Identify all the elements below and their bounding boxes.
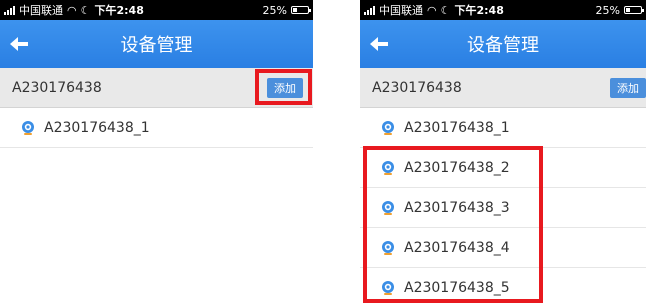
moon-icon: ☾ <box>440 3 451 17</box>
left-phone-screen: 中国联通 ◠ ☾ 下午2:48 25% 设备管理 A230176438 添加 A… <box>0 0 313 304</box>
device-name: A230176438_1 <box>44 119 150 136</box>
battery-label: 25% <box>262 3 287 17</box>
device-name: A230176438_3 <box>404 199 510 216</box>
status-time: 下午2:48 <box>454 4 504 17</box>
nav-bar: 设备管理 <box>360 20 646 68</box>
wifi-icon: ◠ <box>67 3 77 17</box>
camera-icon <box>382 120 394 135</box>
device-list-item[interactable]: A230176438_1 <box>0 108 313 148</box>
device-list: A230176438_1 A230176438_2 A230176438_3 A230… <box>360 108 646 304</box>
page-title: 设备管理 <box>120 35 193 56</box>
device-list: A230176438_1 <box>0 108 313 148</box>
signal-icon <box>364 5 375 15</box>
camera-icon <box>382 280 394 295</box>
camera-icon <box>382 200 394 215</box>
wifi-icon: ◠ <box>427 3 437 17</box>
camera-icon <box>382 160 394 175</box>
device-group-header: A230176438 添加 <box>0 68 313 108</box>
device-list-item[interactable]: A230176438_1 <box>360 108 646 148</box>
status-time: 下午2:48 <box>94 4 144 17</box>
device-list-item[interactable]: A230176438_2 <box>360 148 646 188</box>
status-bar: 中国联通 ◠ ☾ 下午2:48 25% <box>0 0 313 20</box>
nav-bar: 设备管理 <box>0 20 313 68</box>
device-name: A230176438_1 <box>404 119 510 136</box>
device-name: A230176438_5 <box>404 279 510 296</box>
camera-icon <box>22 120 34 135</box>
carrier-label: 中国联通 <box>379 4 423 17</box>
back-arrow-icon[interactable] <box>368 32 392 56</box>
device-group-name: A230176438 <box>12 79 102 96</box>
device-list-item[interactable]: A230176438_3 <box>360 188 646 228</box>
device-list-item[interactable]: A230176438_4 <box>360 228 646 268</box>
moon-icon: ☾ <box>80 3 91 17</box>
device-list-item[interactable]: A230176438_5 <box>360 268 646 304</box>
battery-icon <box>624 6 644 14</box>
right-phone-screen: 中国联通 ◠ ☾ 下午2:48 25% 设备管理 A230176438 添加 A… <box>360 0 646 304</box>
battery-label: 25% <box>595 3 620 17</box>
device-group-header: A230176438 添加 <box>360 68 646 108</box>
back-arrow-icon[interactable] <box>8 32 32 56</box>
status-bar: 中国联通 ◠ ☾ 下午2:48 25% <box>360 0 646 20</box>
add-button[interactable]: 添加 <box>610 78 646 98</box>
signal-icon <box>4 5 15 15</box>
camera-icon <box>382 240 394 255</box>
device-group-name: A230176438 <box>372 79 462 96</box>
device-name: A230176438_2 <box>404 159 510 176</box>
page-title: 设备管理 <box>467 35 539 56</box>
battery-icon <box>291 6 311 14</box>
carrier-label: 中国联通 <box>19 4 63 17</box>
add-button[interactable]: 添加 <box>267 78 303 98</box>
device-name: A230176438_4 <box>404 239 510 256</box>
